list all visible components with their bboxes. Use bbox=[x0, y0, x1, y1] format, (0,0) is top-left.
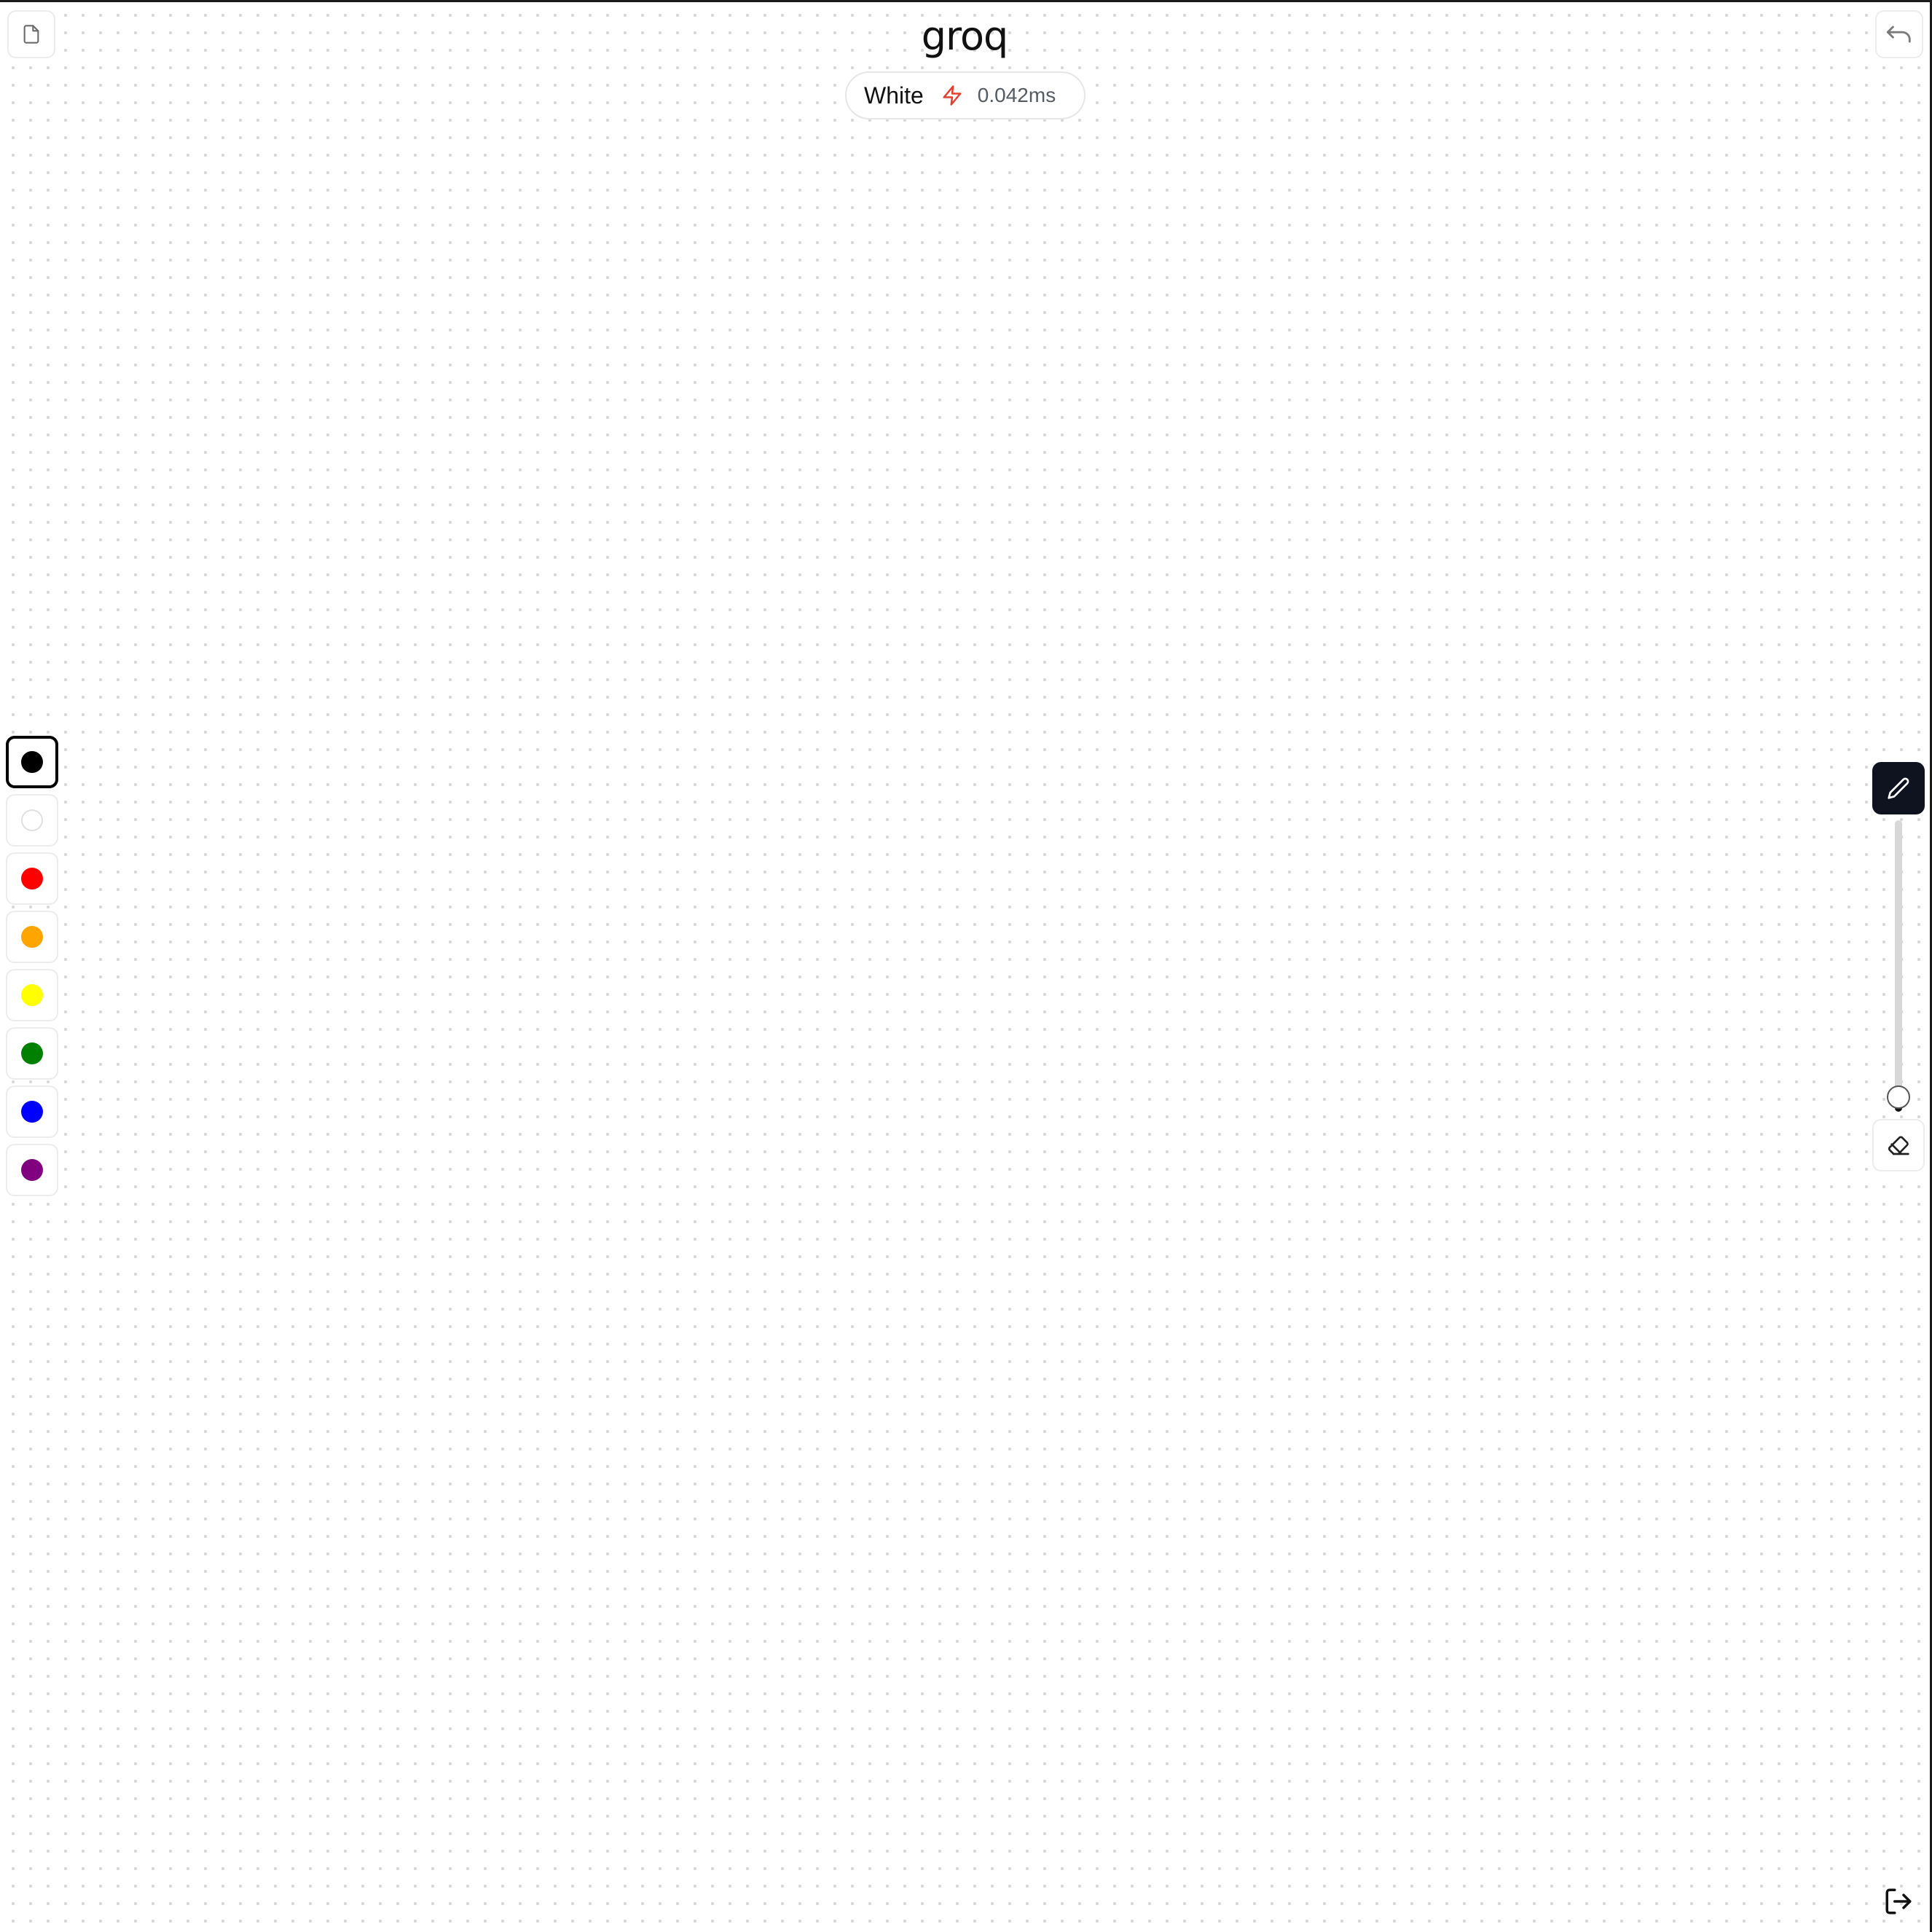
color-swatch-blue[interactable] bbox=[6, 1085, 58, 1138]
swatch-dot bbox=[21, 984, 43, 1006]
selected-color-name: White bbox=[864, 82, 924, 109]
swatch-dot bbox=[21, 868, 43, 890]
undo-icon bbox=[1886, 25, 1911, 43]
color-swatch-white[interactable] bbox=[6, 794, 58, 847]
logout-button[interactable] bbox=[1880, 1882, 1917, 1920]
slider-thumb[interactable] bbox=[1887, 1085, 1910, 1109]
brush-size-slider[interactable] bbox=[1885, 820, 1912, 1112]
undo-button[interactable] bbox=[1875, 10, 1923, 58]
swatch-dot bbox=[21, 926, 43, 948]
latency-readout: 0.042ms bbox=[977, 84, 1056, 106]
color-swatch-green[interactable] bbox=[6, 1027, 58, 1080]
color-swatch-orange[interactable] bbox=[6, 911, 58, 963]
file-icon bbox=[23, 25, 39, 44]
groq-logo: groq bbox=[921, 13, 1009, 59]
logout-icon bbox=[1885, 1888, 1912, 1915]
swatch-dot bbox=[21, 751, 43, 773]
pencil-icon bbox=[1888, 777, 1909, 799]
swatch-dot bbox=[21, 1042, 43, 1064]
eraser-tool-button[interactable] bbox=[1872, 1119, 1925, 1171]
zap-icon bbox=[941, 83, 963, 108]
color-swatch-black[interactable] bbox=[6, 736, 58, 788]
logo-text: groq bbox=[921, 13, 1009, 59]
slider-track bbox=[1895, 820, 1902, 1112]
swatch-dot bbox=[21, 809, 43, 831]
eraser-icon bbox=[1888, 1136, 1909, 1155]
status-pill: White 0.042ms bbox=[845, 71, 1085, 119]
drawing-canvas[interactable] bbox=[0, 0, 1932, 1932]
color-swatch-red[interactable] bbox=[6, 852, 58, 905]
color-swatch-purple[interactable] bbox=[6, 1144, 58, 1196]
swatch-dot bbox=[21, 1159, 43, 1181]
swatch-dot bbox=[21, 1101, 43, 1123]
new-document-button[interactable] bbox=[7, 10, 55, 58]
pen-tool-button[interactable] bbox=[1872, 762, 1925, 814]
color-swatch-yellow[interactable] bbox=[6, 969, 58, 1021]
